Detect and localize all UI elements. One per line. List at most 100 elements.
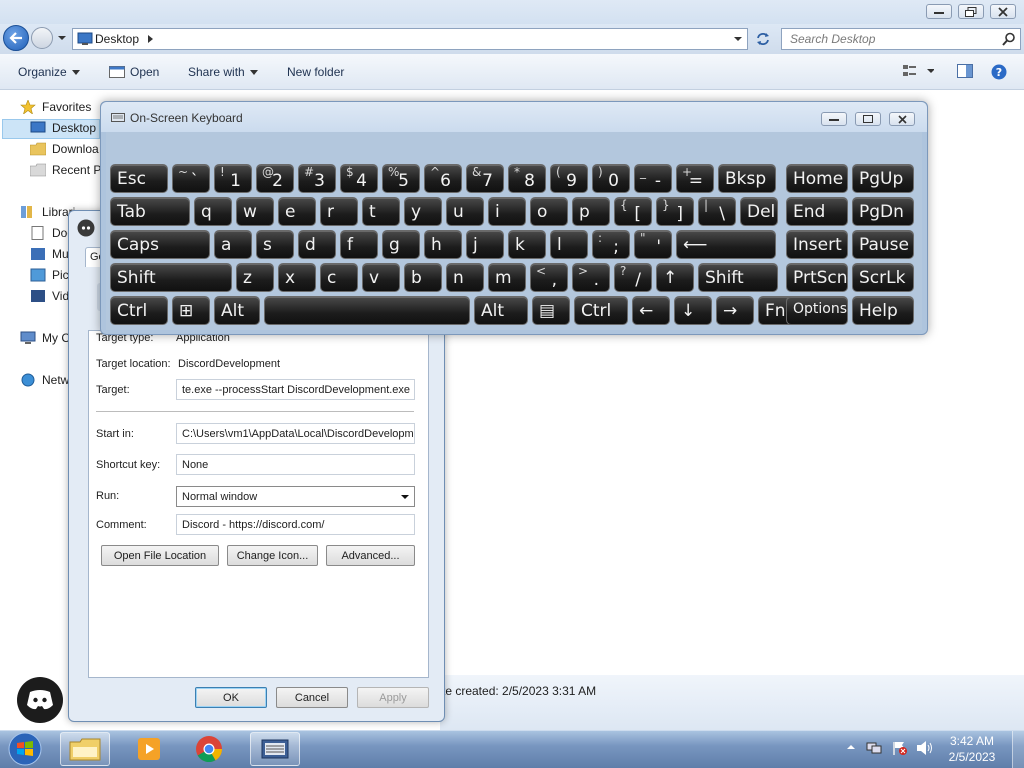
preview-pane-button[interactable] <box>957 64 973 78</box>
forward-button[interactable] <box>31 27 53 49</box>
osk-key-4-0[interactable]: Ctrl <box>110 296 168 325</box>
osk-key-0-2[interactable]: ! 1 <box>214 164 252 193</box>
open-file-location-button[interactable]: Open File Location <box>101 545 219 566</box>
osk-key-2-4[interactable]: f <box>340 230 378 259</box>
discord-app-icon[interactable] <box>17 677 63 723</box>
osk-key-1-5[interactable]: t <box>362 197 400 226</box>
show-hidden-icons-button[interactable] <box>846 742 856 752</box>
osk-key-4-11[interactable]: Options <box>786 296 848 325</box>
osk-key-0-10[interactable]: (9 <box>550 164 588 193</box>
change-icon-button[interactable]: Change Icon... <box>227 545 318 566</box>
osk-key-0-14[interactable]: Bksp <box>718 164 776 193</box>
osk-key-0-15[interactable]: Home <box>786 164 848 193</box>
osk-key-1-6[interactable]: y <box>404 197 442 226</box>
osk-key-2-8[interactable]: k <box>508 230 546 259</box>
osk-key-1-14[interactable]: Del <box>740 197 778 226</box>
open-button[interactable]: Open <box>109 65 159 79</box>
osk-key-3-7[interactable]: m <box>488 263 526 292</box>
start-in-field[interactable]: C:\Users\vm1\AppData\Local\DiscordDevelo… <box>176 423 415 444</box>
osk-key-1-1[interactable]: q <box>194 197 232 226</box>
osk-key-3-0[interactable]: Shift <box>110 263 232 292</box>
osk-key-2-10[interactable]: :; <box>592 230 630 259</box>
osk-key-2-1[interactable]: a <box>214 230 252 259</box>
osk-key-3-2[interactable]: x <box>278 263 316 292</box>
address-bar[interactable]: Desktop <box>72 28 748 50</box>
osk-key-3-14[interactable]: ScrLk <box>852 263 914 292</box>
osk-key-2-13[interactable]: Insert <box>786 230 848 259</box>
nav-item-my-computer[interactable]: My C <box>20 331 70 345</box>
tray-network[interactable] <box>866 740 882 756</box>
run-select[interactable]: Normal window <box>176 486 415 507</box>
tray-action-center[interactable] <box>892 740 908 756</box>
show-desktop-button[interactable] <box>1012 731 1024 768</box>
osk-key-2-9[interactable]: l <box>550 230 588 259</box>
osk-key-0-16[interactable]: PgUp <box>852 164 914 193</box>
nav-item-network[interactable]: Netw <box>20 373 69 387</box>
osk-key-4-4[interactable]: Alt <box>474 296 528 325</box>
help-button[interactable]: ? <box>991 64 1007 80</box>
osk-key-1-13[interactable]: | \ <box>698 197 736 226</box>
osk-key-4-7[interactable]: ← <box>632 296 670 325</box>
osk-key-0-8[interactable]: & 7 <box>466 164 504 193</box>
osk-minimize-button[interactable] <box>821 112 847 126</box>
osk-key-3-1[interactable]: z <box>236 263 274 292</box>
osk-key-2-2[interactable]: s <box>256 230 294 259</box>
osk-key-0-4[interactable]: #3 <box>298 164 336 193</box>
osk-key-0-11[interactable]: ) 0 <box>592 164 630 193</box>
address-dropdown-icon[interactable] <box>733 34 743 44</box>
osk-key-4-12[interactable]: Help <box>852 296 914 325</box>
nav-item-favorites[interactable]: Favorites <box>20 100 91 114</box>
osk-key-1-3[interactable]: e <box>278 197 316 226</box>
osk-key-1-16[interactable]: PgDn <box>852 197 914 226</box>
osk-key-1-7[interactable]: u <box>446 197 484 226</box>
refresh-button[interactable] <box>751 28 775 50</box>
ok-button[interactable]: OK <box>195 687 267 708</box>
osk-key-0-13[interactable]: + = <box>676 164 714 193</box>
osk-key-4-6[interactable]: Ctrl <box>574 296 628 325</box>
osk-key-3-6[interactable]: n <box>446 263 484 292</box>
close-button[interactable] <box>990 4 1016 19</box>
osk-key-3-8[interactable]: <, <box>530 263 568 292</box>
osk-key-0-6[interactable]: % 5 <box>382 164 420 193</box>
osk-key-1-0[interactable]: Tab <box>110 197 190 226</box>
osk-key-1-8[interactable]: i <box>488 197 526 226</box>
back-button[interactable] <box>3 25 29 51</box>
nav-item-documents[interactable]: Doc <box>30 226 73 240</box>
cancel-button[interactable]: Cancel <box>276 687 348 708</box>
osk-key-3-10[interactable]: ? / <box>614 263 652 292</box>
nav-item-recent-places[interactable]: Recent Pl <box>30 163 104 177</box>
osk-key-3-13[interactable]: PrtScn <box>786 263 848 292</box>
nav-item-music[interactable]: Mu <box>30 247 69 261</box>
osk-key-0-3[interactable]: @2 <box>256 164 294 193</box>
nav-item-desktop[interactable]: Desktop <box>30 121 96 135</box>
nav-item-videos[interactable]: Vid <box>30 289 69 303</box>
osk-key-0-0[interactable]: Esc <box>110 164 168 193</box>
osk-key-1-2[interactable]: w <box>236 197 274 226</box>
osk-key-3-9[interactable]: >. <box>572 263 610 292</box>
taskbar-explorer[interactable] <box>60 732 110 766</box>
osk-key-0-1[interactable]: ~ ` <box>172 164 210 193</box>
osk-key-4-5[interactable]: ▤ <box>532 296 570 325</box>
nav-item-pictures[interactable]: Pic <box>30 268 69 282</box>
osk-key-2-7[interactable]: j <box>466 230 504 259</box>
osk-key-1-11[interactable]: {[ <box>614 197 652 226</box>
osk-key-3-3[interactable]: c <box>320 263 358 292</box>
minimize-button[interactable] <box>926 4 952 19</box>
osk-key-4-8[interactable]: ↓ <box>674 296 712 325</box>
osk-key-2-3[interactable]: d <box>298 230 336 259</box>
shortcut-key-field[interactable]: None <box>176 454 415 475</box>
restore-button[interactable] <box>958 4 984 19</box>
share-with-button[interactable]: Share with <box>188 65 258 79</box>
start-button[interactable] <box>3 731 47 767</box>
osk-key-2-14[interactable]: Pause <box>852 230 914 259</box>
osk-key-2-11[interactable]: " ' <box>634 230 672 259</box>
osk-restore-button[interactable] <box>855 112 881 126</box>
taskbar-osk[interactable] <box>250 732 300 766</box>
osk-key-3-12[interactable]: Shift <box>698 263 778 292</box>
taskbar-media-player[interactable] <box>124 732 174 766</box>
nav-item-downloads[interactable]: Downloa <box>30 142 99 156</box>
advanced-button[interactable]: Advanced... <box>326 545 415 566</box>
change-view-button[interactable] <box>902 64 934 78</box>
taskbar-clock[interactable]: 3:42 AM 2/5/2023 <box>942 733 1002 767</box>
osk-key-4-9[interactable]: → <box>716 296 754 325</box>
